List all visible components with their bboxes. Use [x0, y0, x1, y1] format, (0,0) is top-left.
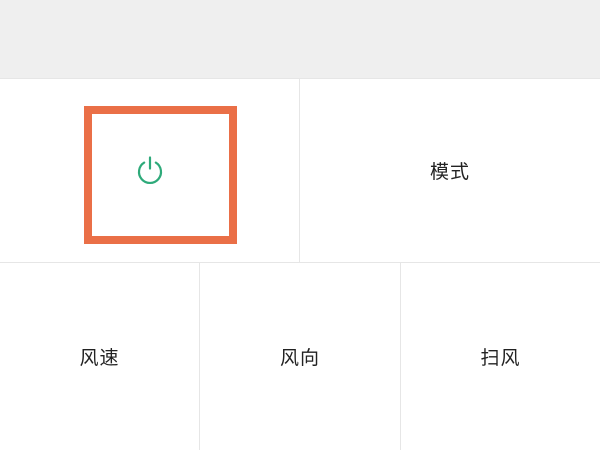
mode-label: 模式 [429, 161, 470, 183]
ac-remote-screen: 模式 风速 风向 扫风 [0, 0, 600, 450]
wind-direction-label: 风向 [279, 347, 320, 369]
fan-speed-button[interactable]: 风速 [0, 263, 199, 450]
wind-direction-button[interactable]: 风向 [200, 263, 400, 450]
swing-button[interactable]: 扫风 [401, 263, 600, 450]
fan-speed-label: 风速 [79, 347, 120, 369]
top-bar [0, 0, 600, 78]
mode-button[interactable]: 模式 [300, 79, 600, 262]
power-icon[interactable] [134, 154, 166, 186]
swing-label: 扫风 [480, 347, 521, 369]
